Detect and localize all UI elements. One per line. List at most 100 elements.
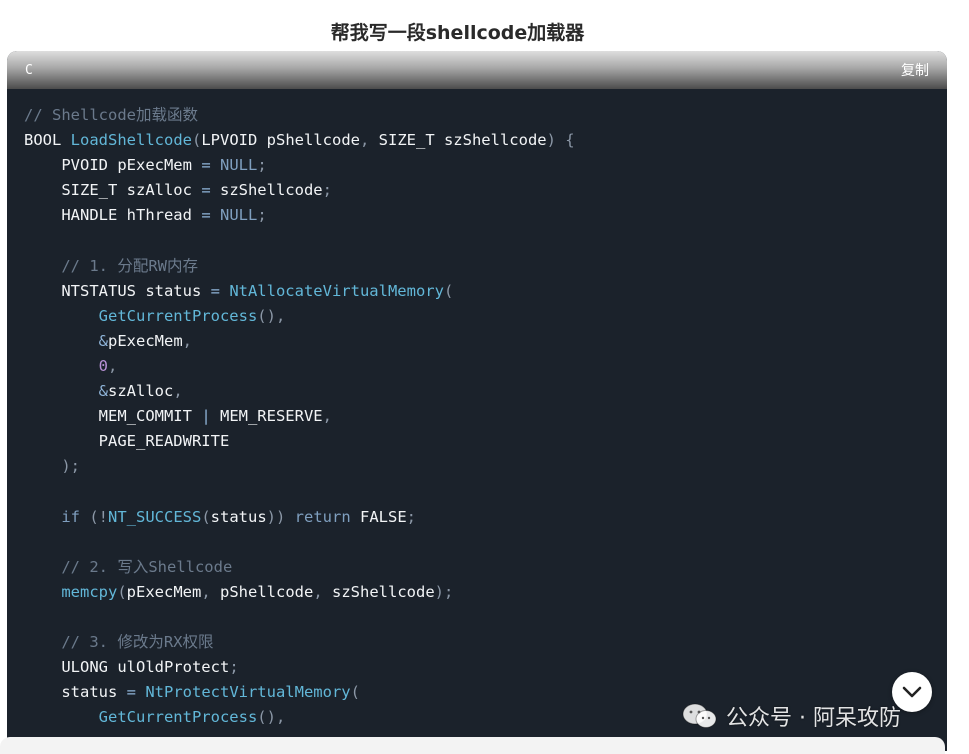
code-token: (), [257,708,286,727]
code-token: NT_SUCCESS [108,507,202,526]
watermark-text: 公众号 · 阿呆攻防 [726,706,901,731]
code-token: ; [406,507,417,526]
code-token: // 2. 写入Shellcode [24,557,233,576]
bottom-bar [0,737,945,754]
code-token: LoadShellcode [70,131,192,150]
code-token: // Shellcode加载函数 [24,106,198,124]
code-token: = [210,281,230,300]
code-line: memcpy(pExecMem, pShellcode, szShellcode… [24,580,947,605]
code-token: , [322,407,332,426]
code-token: GetCurrentProcess [98,306,258,325]
code-token: ULONG ulOldProtect [24,658,230,677]
code-token: , [201,582,220,601]
code-token: (! [89,507,108,526]
code-token: szShellcode [332,582,435,601]
code-token: MEM_RESERVE [219,407,323,426]
code-token: , [108,356,118,375]
code-token: = [201,181,220,200]
code-token: SIZE_T szAlloc [24,181,202,200]
code-block: C 复制 // Shellcode加载函数 BOOL LoadShellcode(… [7,51,947,751]
code-line: SIZE_T szAlloc = szShellcode; [24,178,947,203]
code-token: // 1. 分配RW内存 [24,256,198,275]
code-token: szAlloc [108,382,174,401]
code-token: ); [434,582,454,601]
code-token: status [210,507,267,526]
code-token: MEM_COMMIT [24,407,202,426]
code-line: // Shellcode加载函数 [24,103,947,128]
code-token: ; [322,181,332,200]
code-token: = [201,206,220,225]
code-token: return [294,507,360,526]
code-line: // 3. 修改为RX权限 [24,630,947,655]
code-token: status [24,683,127,702]
code-token: ; [229,658,239,677]
code-token: memcpy [61,582,118,601]
code-token: pShellcode [220,582,314,601]
code-language-label: C [25,62,33,78]
chevron-down-icon [902,686,922,698]
code-token: LPVOID pShellcode [201,131,360,150]
code-line: GetCurrentProcess(), [24,304,947,329]
code-token: ; [257,156,267,175]
code-line: NTSTATUS status = NtAllocateVirtualMemor… [24,279,947,304]
code-token: ; [257,206,267,225]
code-token: NtAllocateVirtualMemory [229,281,444,300]
code-token: , [173,382,183,401]
code-token: SIZE_T szShellcode [378,131,547,150]
code-token: NULL [219,206,258,225]
code-line: // 2. 写入Shellcode [24,555,947,580]
code-line: BOOL LoadShellcode(LPVOID pShellcode, SI… [24,128,947,153]
code-token: FALSE [360,507,407,526]
code-token: & [98,382,108,401]
code-token: ) { [546,131,575,150]
code-token: BOOL [24,131,71,150]
code-line: // 1. 分配RW内存 [24,254,947,279]
page-title: 帮我写一段shellcode加载器 [330,22,585,44]
code-token: pExecMem [108,331,183,350]
code-token: & [98,331,108,350]
code-content: // Shellcode加载函数 BOOL LoadShellcode(LPVOI… [7,89,947,730]
code-token: ( [443,281,454,300]
code-line: HANDLE hThread = NULL; [24,203,947,228]
code-token: NULL [219,156,258,175]
code-token: 0 [98,356,108,375]
code-token: if [24,507,90,526]
code-line: ); [24,454,947,479]
code-token: , [182,331,192,350]
code-block-header: C 复制 [7,51,947,89]
code-line: ULONG ulOldProtect; [24,655,947,680]
code-line: PAGE_READWRITE [24,429,947,454]
code-token: ( [350,683,360,702]
code-token: , [313,582,332,601]
code-token: ); [24,457,80,476]
code-token: )) [266,507,295,526]
code-token: PVOID pExecMem [24,156,202,175]
code-token: (), [257,306,286,325]
code-token: NtProtectVirtualMemory [145,683,351,702]
code-token: // 3. 修改为RX权限 [24,632,214,651]
code-line: 0, [24,354,947,379]
code-token: PAGE_READWRITE [24,432,230,451]
code-token: ( [201,507,211,526]
code-token: ( [117,582,127,601]
code-token: szShellcode [219,181,323,200]
code-token: = [201,156,220,175]
code-line: &pExecMem, [24,329,947,354]
code-token: ( [192,131,202,150]
code-token: pExecMem [126,582,202,601]
code-token: HANDLE hThread [24,206,202,225]
code-token: NTSTATUS status [24,281,211,300]
wechat-icon [682,703,717,728]
copy-button[interactable]: 复制 [901,60,929,80]
code-line: if (!NT_SUCCESS(status)) return FALSE; [24,505,947,530]
watermark: 公众号 · 阿呆攻防 [682,700,901,732]
